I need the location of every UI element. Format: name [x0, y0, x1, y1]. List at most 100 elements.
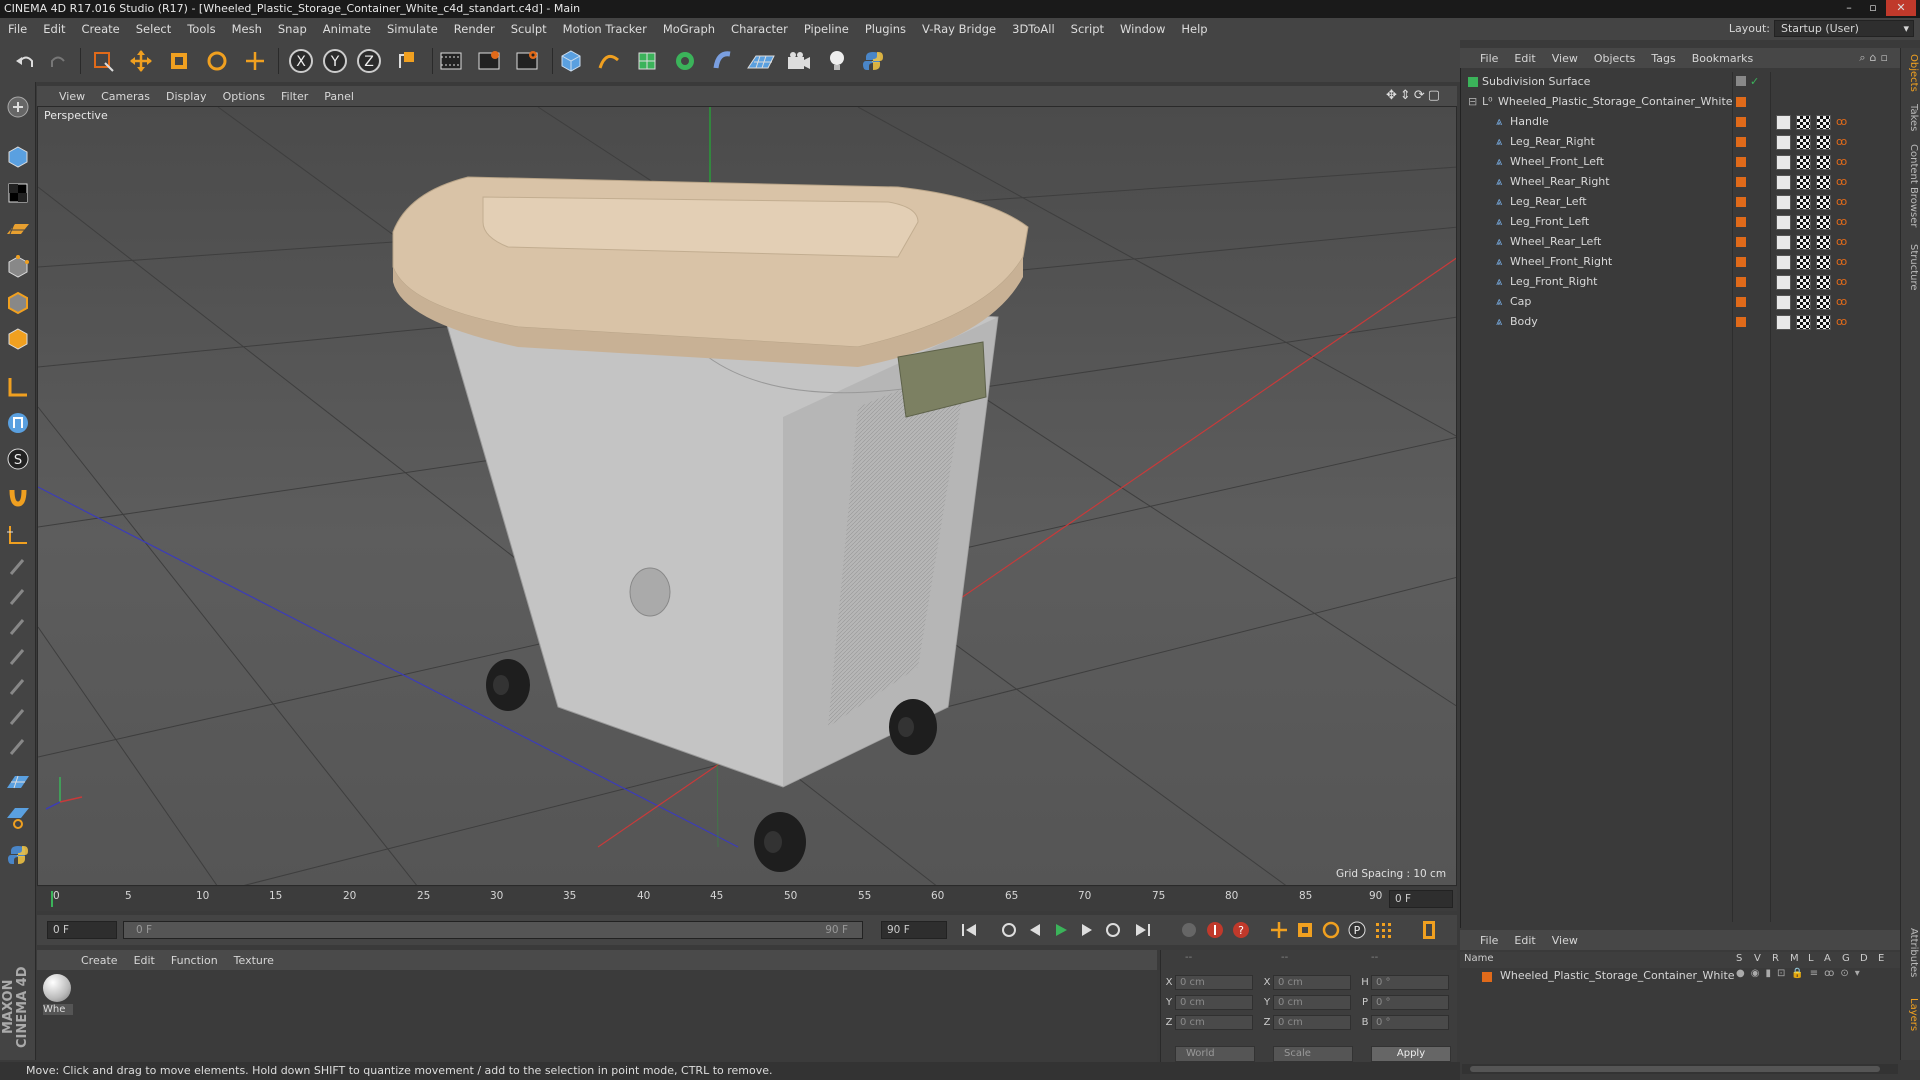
layer-col-solo[interactable]: S: [1736, 953, 1742, 964]
layout-dropdown[interactable]: Startup (User): [1774, 20, 1914, 37]
transform-tool-icon[interactable]: [240, 46, 270, 76]
objects-menu-bookmarks[interactable]: Bookmarks: [1684, 52, 1761, 65]
key-param-icon[interactable]: P: [1345, 918, 1369, 942]
menu-create[interactable]: Create: [74, 18, 128, 40]
texture-tag-icon[interactable]: [1796, 235, 1811, 250]
tree-row-cap[interactable]: ⩓ Cap ꝏ: [1462, 292, 1898, 312]
objects-menu-edit[interactable]: Edit: [1506, 52, 1543, 65]
uvw-tag-icon[interactable]: ꝏ: [1836, 212, 1847, 232]
timeline-ruler[interactable]: 0 5 10 15 20 25 30 35 40 45 50 55 60 65 …: [37, 887, 1457, 911]
camera-icon[interactable]: [784, 46, 814, 76]
play-icon[interactable]: [1049, 918, 1073, 942]
texture-tag-icon[interactable]: [1816, 315, 1831, 330]
axis-mode-icon[interactable]: [3, 372, 33, 402]
render-picture-viewer-icon[interactable]: [474, 46, 504, 76]
grid-workplane-icon[interactable]: [3, 768, 33, 798]
layer-color-swatch[interactable]: [1736, 177, 1746, 187]
texture-tag-icon[interactable]: [1816, 155, 1831, 170]
viewport-menu-display[interactable]: Display: [158, 90, 215, 103]
workplane-mode-icon[interactable]: [3, 214, 33, 244]
menu-help[interactable]: Help: [1173, 18, 1215, 40]
layer-color-swatch[interactable]: [1482, 972, 1492, 982]
apply-button[interactable]: Apply: [1371, 1046, 1451, 1062]
texture-tag-icon[interactable]: [1796, 115, 1811, 130]
layer-col-render[interactable]: R: [1772, 953, 1779, 964]
layer-color-swatch[interactable]: [1736, 257, 1746, 267]
autokey-icon[interactable]: [1203, 918, 1227, 942]
phong-tag-icon[interactable]: [1776, 255, 1791, 270]
expand-toggle-icon[interactable]: ⊟: [1468, 92, 1477, 112]
menu-plugins[interactable]: Plugins: [857, 18, 914, 40]
model-mode-icon[interactable]: [3, 142, 33, 172]
menu-motion-tracker[interactable]: Motion Tracker: [555, 18, 655, 40]
material-thumbnail[interactable]: [43, 974, 71, 1002]
key-position-icon[interactable]: [1267, 918, 1291, 942]
make-editable-icon[interactable]: [3, 92, 33, 122]
material-menu-create[interactable]: Create: [37, 954, 126, 967]
texture-tag-icon[interactable]: [1816, 115, 1831, 130]
enabled-check-icon[interactable]: ✓: [1750, 72, 1759, 92]
menu-mesh[interactable]: Mesh: [224, 18, 270, 40]
menu-file[interactable]: File: [0, 18, 35, 40]
timeline-layout-icon[interactable]: [1417, 918, 1441, 942]
uvw-tag-icon[interactable]: ꝏ: [1836, 312, 1847, 332]
layer-color-swatch[interactable]: [1736, 297, 1746, 307]
uvw-tag-icon[interactable]: ꝏ: [1836, 192, 1847, 212]
tree-row-wheel-front-right[interactable]: ⩓ Wheel_Front_Right ꝏ: [1462, 252, 1898, 272]
texture-mode-icon[interactable]: [3, 178, 33, 208]
texture-tag-icon[interactable]: [1796, 295, 1811, 310]
texture-tag-icon[interactable]: [1816, 275, 1831, 290]
texture-tag-icon[interactable]: [1816, 295, 1831, 310]
layer-col-visible[interactable]: V: [1754, 953, 1761, 964]
position-z-field[interactable]: 0 cm: [1175, 1015, 1253, 1030]
python-script-icon[interactable]: [3, 840, 33, 870]
maximize-button[interactable]: ▫: [1862, 0, 1884, 16]
tab-attributes[interactable]: Attributes: [1903, 928, 1919, 977]
close-button[interactable]: ✕: [1886, 0, 1916, 16]
scrollbar-thumb[interactable]: [1470, 1066, 1880, 1072]
size-y-field[interactable]: 0 cm: [1273, 995, 1351, 1010]
layer-col-generators[interactable]: G: [1842, 953, 1850, 964]
deformer-icon[interactable]: [708, 46, 738, 76]
tree-row-handle[interactable]: ⩓ Handle ꝏ: [1462, 112, 1898, 132]
previous-key-icon[interactable]: [997, 918, 1021, 942]
layer-color-swatch[interactable]: [1736, 217, 1746, 227]
tree-row-leg-rear-right[interactable]: ⩓ Leg_Rear_Right ꝏ: [1462, 132, 1898, 152]
menu-simulate[interactable]: Simulate: [379, 18, 446, 40]
sculpt-brush-icon-5[interactable]: [3, 672, 33, 702]
layer-color-swatch[interactable]: [1736, 157, 1746, 167]
viewport-menu-filter[interactable]: Filter: [273, 90, 316, 103]
tree-row-leg-front-right[interactable]: ⩓ Leg_Front_Right ꝏ: [1462, 272, 1898, 292]
z-axis-lock-icon[interactable]: Z: [354, 46, 384, 76]
position-y-field[interactable]: 0 cm: [1175, 995, 1253, 1010]
cube-object-icon[interactable]: [556, 46, 586, 76]
tab-takes[interactable]: Takes: [1903, 104, 1919, 131]
uvw-tag-icon[interactable]: ꝏ: [1836, 292, 1847, 312]
layer-color-swatch[interactable]: [1736, 117, 1746, 127]
rotation-b-field[interactable]: 0 °: [1371, 1015, 1449, 1030]
tab-content-browser[interactable]: Content Browser: [1903, 144, 1919, 227]
key-rotation-icon[interactable]: [1319, 918, 1343, 942]
render-view-icon[interactable]: [436, 46, 466, 76]
menu-animate[interactable]: Animate: [315, 18, 379, 40]
texture-tag-icon[interactable]: [1796, 135, 1811, 150]
layer-toggle-icons[interactable]: ●◉▮⊡🔒≡ꝏ⊙▾: [1736, 968, 1866, 979]
tree-row-subdivision-surface[interactable]: Subdivision Surface ✓: [1462, 72, 1898, 92]
keyframe-selection-icon[interactable]: ?: [1229, 918, 1253, 942]
texture-tag-icon[interactable]: [1816, 235, 1831, 250]
phong-tag-icon[interactable]: [1776, 215, 1791, 230]
layers-menu-view[interactable]: View: [1544, 934, 1586, 947]
viewport-nav-icons[interactable]: ✥⇕⟳▢: [1386, 88, 1443, 103]
coordinate-mode-dropdown[interactable]: Scale: [1273, 1046, 1353, 1062]
uvw-tag-icon[interactable]: ꝏ: [1836, 232, 1847, 252]
python-icon[interactable]: [858, 46, 888, 76]
sculpt-brush-icon-3[interactable]: [3, 612, 33, 642]
material-menu-edit[interactable]: Edit: [126, 954, 163, 967]
floor-object-icon[interactable]: [746, 46, 776, 76]
tree-row-wheel-rear-right[interactable]: ⩓ Wheel_Rear_Right ꝏ: [1462, 172, 1898, 192]
edges-mode-icon[interactable]: [3, 288, 33, 318]
phong-tag-icon[interactable]: [1776, 115, 1791, 130]
x-axis-lock-icon[interactable]: X: [286, 46, 316, 76]
menu-mograph[interactable]: MoGraph: [655, 18, 723, 40]
layer-color-swatch[interactable]: [1736, 317, 1746, 327]
